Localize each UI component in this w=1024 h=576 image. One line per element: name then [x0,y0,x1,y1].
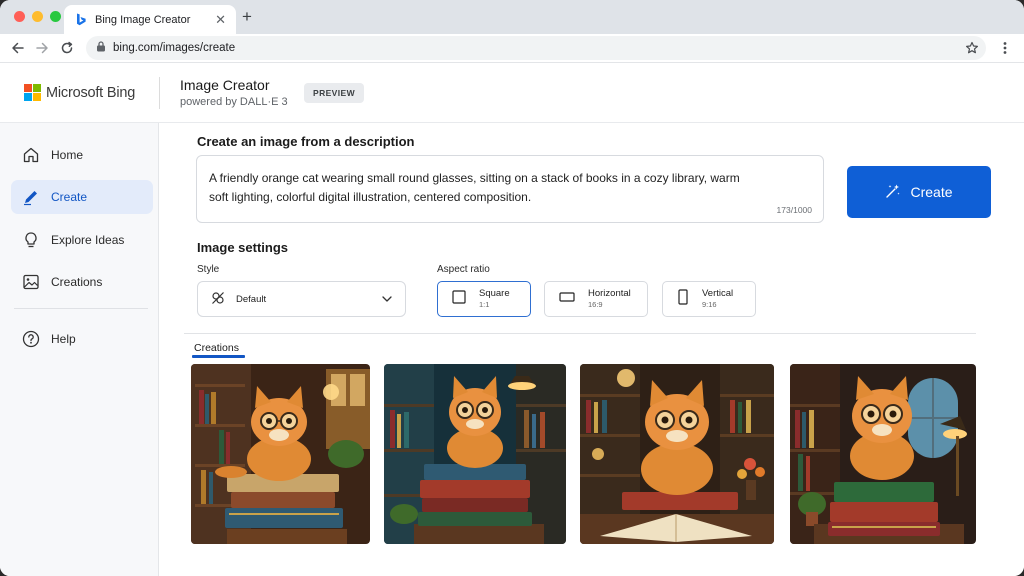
browser-menu-icon[interactable] [998,40,1012,56]
ratio-dimension: 16:9 [588,300,603,309]
maximize-window-button[interactable] [50,11,61,22]
browser-window: Bing Image Creator ✕ + bing.com/images/c… [0,0,1024,576]
page: Microsoft Bing Image Creator powered by … [0,63,1024,576]
creation-image-4[interactable] [790,364,976,544]
aspect-ratio-label: Aspect ratio [437,264,490,275]
square-icon [452,289,466,309]
creation-image-1[interactable] [191,364,370,544]
style-dropdown[interactable]: Default [197,281,406,317]
url-text: bing.com/images/create [113,42,236,54]
creation-image-2[interactable] [384,364,566,544]
character-count: 173/1000 [776,205,812,215]
sidebar-item-label: Creations [51,275,103,289]
landscape-rectangle-icon [559,290,575,308]
ratio-option-square[interactable]: Square 1:1 [437,281,531,317]
main-content: Create an image from a description A fri… [160,123,1024,576]
window-controls [14,11,61,22]
create-button-label: Create [910,184,953,200]
preview-badge: PREVIEW [304,83,365,103]
sidebar: Home Create Explore Ideas Creations Help [0,123,159,576]
prompt-text: A friendly orange cat wearing small roun… [209,171,740,204]
brand-name: Microsoft Bing [46,84,136,101]
sidebar-divider [14,308,148,309]
bing-favicon-icon [74,13,88,27]
header-divider [159,77,160,109]
page-header: Microsoft Bing Image Creator powered by … [0,63,1024,123]
sidebar-item-create[interactable]: Create [11,180,153,214]
microsoft-logo-icon [24,84,41,101]
ratio-option-horizontal[interactable]: Horizontal 16:9 [544,281,648,317]
ratio-name: Square [479,288,510,299]
sidebar-item-help[interactable]: Help [11,322,153,356]
ratio-name: Vertical [702,288,734,299]
close-window-button[interactable] [14,11,25,22]
no-style-icon [211,291,225,308]
browser-tab[interactable]: Bing Image Creator ✕ [64,5,236,34]
style-label: Style [197,264,220,275]
create-button[interactable]: Create [847,166,991,218]
ratio-dimension: 9:16 [702,300,717,309]
brand-link[interactable]: Microsoft Bing [24,84,135,101]
tab-creations[interactable]: Creations [194,342,239,354]
tab-title: Bing Image Creator [95,13,191,26]
sidebar-item-label: Create [51,190,88,204]
address-bar[interactable]: bing.com/images/create [86,36,986,60]
create-heading: Create an image from a description [197,134,415,149]
sidebar-item-creations[interactable]: Creations [11,265,153,299]
new-tab-button[interactable]: + [242,8,252,25]
bookmark-star-icon[interactable] [964,40,980,56]
sidebar-item-explore-ideas[interactable]: Explore Ideas [11,223,153,257]
image-icon [22,273,40,291]
sidebar-item-label: Explore Ideas [51,233,125,247]
style-value: Default [236,293,267,305]
prompt-textarea[interactable]: A friendly orange cat wearing small roun… [196,155,824,223]
browser-toolbar: bing.com/images/create [0,34,1024,62]
ratio-name: Horizontal [588,288,631,299]
creation-image-3[interactable] [580,364,774,544]
sidebar-item-home[interactable]: Home [11,138,153,172]
settings-heading: Image settings [197,240,289,255]
settings-divider [184,333,976,334]
app-subtitle: powered by DALL·E 3 [180,96,288,108]
sidebar-item-label: Help [51,332,76,346]
portrait-rectangle-icon [677,288,689,310]
reload-icon[interactable] [59,40,75,56]
forward-icon[interactable] [34,40,50,56]
help-icon [22,330,40,348]
home-icon [22,146,40,164]
pen-icon [22,188,40,206]
ratio-option-vertical[interactable]: Vertical 9:16 [662,281,756,317]
lightbulb-icon [22,231,40,249]
ratio-dimension: 1:1 [479,300,490,309]
lock-icon [96,41,106,55]
close-tab-icon[interactable]: ✕ [215,13,226,26]
app-title: Image Creator [180,77,270,93]
back-icon[interactable] [10,40,26,56]
sidebar-item-label: Home [51,148,84,162]
tab-strip: Bing Image Creator ✕ + [0,0,1024,34]
active-tab-indicator [192,355,245,358]
magic-wand-icon [885,183,901,202]
chevron-down-icon [381,293,393,305]
minimize-window-button[interactable] [32,11,43,22]
